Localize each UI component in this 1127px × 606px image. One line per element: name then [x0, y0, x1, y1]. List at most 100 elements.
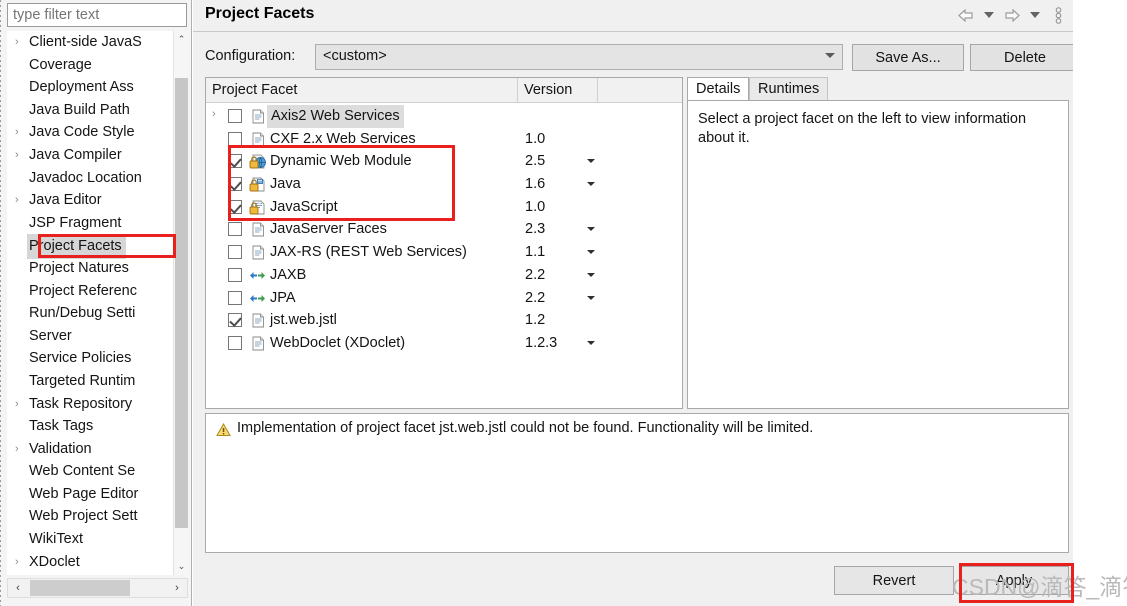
- facet-checkbox[interactable]: [228, 290, 242, 305]
- chevron-right-icon[interactable]: ›: [15, 438, 27, 461]
- chevron-right-icon[interactable]: ›: [212, 108, 223, 120]
- facet-checkbox[interactable]: [228, 177, 242, 192]
- table-row[interactable]: › Axis2 Web Services: [206, 105, 682, 128]
- sidebar-item-wikitext[interactable]: WikiText: [7, 528, 173, 551]
- scroll-down-icon[interactable]: ⌄: [174, 558, 189, 575]
- facet-checkbox[interactable]: [228, 154, 242, 169]
- configuration-dropdown[interactable]: <custom>: [315, 44, 843, 70]
- chevron-right-icon[interactable]: ›: [15, 393, 27, 416]
- version-dropdown-icon[interactable]: [587, 182, 595, 187]
- facet-checkbox[interactable]: [228, 109, 242, 123]
- facet-checkbox[interactable]: [228, 313, 242, 328]
- table-row[interactable]: CXF 2.x Web Services 1.0: [206, 128, 682, 151]
- sidebar-horizontal-scrollbar[interactable]: ‹ ›: [7, 578, 188, 598]
- table-row[interactable]: JAX-RS (REST Web Services) 1.1: [206, 241, 682, 264]
- arrows-icon: [249, 267, 266, 284]
- sidebar-item-task-repository[interactable]: › Task Repository: [7, 393, 173, 416]
- table-row[interactable]: JAXB 2.2: [206, 264, 682, 287]
- search-input[interactable]: [7, 3, 187, 27]
- version-dropdown-icon[interactable]: [587, 227, 595, 232]
- sidebar-item-service-policies[interactable]: Service Policies: [7, 347, 173, 370]
- column-header-facet[interactable]: Project Facet: [206, 78, 518, 103]
- table-row[interactable]: WebDoclet (XDoclet) 1.2.3: [206, 332, 682, 355]
- sidebar-item-validation[interactable]: › Validation: [7, 438, 173, 461]
- column-header-extra[interactable]: [598, 78, 682, 103]
- forward-dropdown-icon[interactable]: [1026, 4, 1044, 26]
- sidebar-item-targeted-runtim[interactable]: Targeted Runtim: [7, 370, 173, 393]
- sidebar-scroll-thumb[interactable]: [175, 78, 188, 528]
- facet-checkbox[interactable]: [228, 131, 242, 146]
- table-row[interactable]: JavaServer Faces 2.3: [206, 218, 682, 241]
- doc-icon: [249, 131, 266, 148]
- facet-checkbox[interactable]: [228, 222, 242, 237]
- chevron-right-icon[interactable]: ›: [15, 31, 27, 54]
- sidebar-item-java-build-path[interactable]: Java Build Path: [7, 99, 173, 122]
- scroll-up-icon[interactable]: ⌃: [174, 31, 189, 48]
- column-header-version[interactable]: Version: [518, 78, 598, 103]
- sidebar-item-project-referenc[interactable]: Project Referenc: [7, 280, 173, 303]
- sidebar-item-label: Project Facets: [27, 234, 126, 259]
- table-header: Project Facet Version: [206, 78, 682, 103]
- sidebar-item-coverage[interactable]: Coverage: [7, 54, 173, 77]
- sidebar-item-label: Web Content Se: [29, 463, 136, 480]
- sidebar-item-web-content-se[interactable]: Web Content Se: [7, 460, 173, 483]
- sidebar-item-xdoclet[interactable]: › XDoclet: [7, 551, 173, 574]
- delete-button[interactable]: Delete: [970, 44, 1080, 71]
- preferences-dialog: ›Client-side JavaSCoverageDeployment Ass…: [0, 0, 1127, 606]
- chevron-right-icon[interactable]: ›: [15, 121, 27, 144]
- back-arrow-icon[interactable]: [957, 4, 975, 26]
- sidebar-item-jsp-fragment[interactable]: JSP Fragment: [7, 212, 173, 235]
- version-dropdown-icon[interactable]: [587, 250, 595, 255]
- table-body: › Axis2 Web Services CXF 2.x Web Services 1…: [206, 103, 682, 355]
- save-as-button[interactable]: Save As...: [852, 44, 964, 71]
- chevron-right-icon[interactable]: ›: [15, 551, 27, 574]
- sidebar-item-deployment-ass[interactable]: Deployment Ass: [7, 76, 173, 99]
- facet-name: Dynamic Web Module: [270, 153, 412, 170]
- tab-details[interactable]: Details: [687, 77, 750, 101]
- sidebar-hscroll-thumb[interactable]: [30, 580, 130, 596]
- details-panel: Details Runtimes Select a project facet …: [687, 77, 1069, 409]
- configuration-label: Configuration:: [205, 48, 296, 64]
- table-row[interactable]: JPA 2.2: [206, 287, 682, 310]
- sidebar-item-run-debug-setti[interactable]: Run/Debug Setti: [7, 302, 173, 325]
- facet-checkbox[interactable]: [228, 267, 242, 282]
- sidebar-item-java-editor[interactable]: › Java Editor: [7, 189, 173, 212]
- chevron-right-icon[interactable]: ›: [15, 189, 27, 212]
- facet-checkbox[interactable]: [228, 199, 242, 214]
- sidebar-item-label: Project Natures: [29, 259, 129, 276]
- sidebar-item-client-side-javas[interactable]: › Client-side JavaS: [7, 31, 173, 54]
- sidebar-item-java-compiler[interactable]: › Java Compiler: [7, 144, 173, 167]
- table-row[interactable]: JavaScript 1.0: [206, 196, 682, 219]
- version-dropdown-icon[interactable]: [587, 272, 595, 277]
- sidebar-item-project-natures[interactable]: Project Natures: [7, 257, 173, 280]
- sidebar-item-label: Client-side JavaS: [29, 34, 142, 50]
- facet-checkbox[interactable]: [228, 335, 242, 350]
- sidebar-item-java-code-style[interactable]: › Java Code Style: [7, 121, 173, 144]
- facet-checkbox[interactable]: [228, 245, 242, 260]
- sidebar-item-javadoc-location[interactable]: Javadoc Location: [7, 167, 173, 190]
- preferences-tree[interactable]: › Client-side JavaS Coverage Deployment Ass…: [7, 31, 173, 575]
- sidebar-item-task-tags[interactable]: Task Tags: [7, 415, 173, 438]
- scroll-left-icon[interactable]: ‹: [8, 579, 28, 597]
- sidebar-item-server[interactable]: Server: [7, 325, 173, 348]
- sidebar-item-web-page-editor[interactable]: Web Page Editor: [7, 483, 173, 506]
- details-tabstrip: Details Runtimes: [687, 77, 1069, 101]
- table-row[interactable]: jst.web.jstl 1.2: [206, 309, 682, 332]
- doc-icon: [249, 335, 266, 352]
- doc-icon: [249, 244, 266, 261]
- view-menu-icon[interactable]: [1049, 4, 1067, 26]
- version-dropdown-icon[interactable]: [587, 340, 595, 345]
- revert-button[interactable]: Revert: [834, 566, 954, 595]
- scroll-right-icon[interactable]: ›: [167, 579, 187, 597]
- table-row[interactable]: Java 1.6: [206, 173, 682, 196]
- chevron-right-icon[interactable]: ›: [15, 144, 27, 167]
- version-dropdown-icon[interactable]: [587, 295, 595, 300]
- tab-runtimes[interactable]: Runtimes: [749, 77, 829, 101]
- sidebar-item-web-project-sett[interactable]: Web Project Sett: [7, 505, 173, 528]
- version-dropdown-icon[interactable]: [587, 159, 595, 164]
- table-row[interactable]: Dynamic Web Module 2.5: [206, 150, 682, 173]
- forward-arrow-icon[interactable]: [1003, 4, 1021, 26]
- back-dropdown-icon[interactable]: [980, 4, 998, 26]
- sidebar-item-project-facets[interactable]: Project Facets: [7, 234, 173, 259]
- sidebar-vertical-scrollbar[interactable]: ⌃ ⌄: [173, 31, 189, 575]
